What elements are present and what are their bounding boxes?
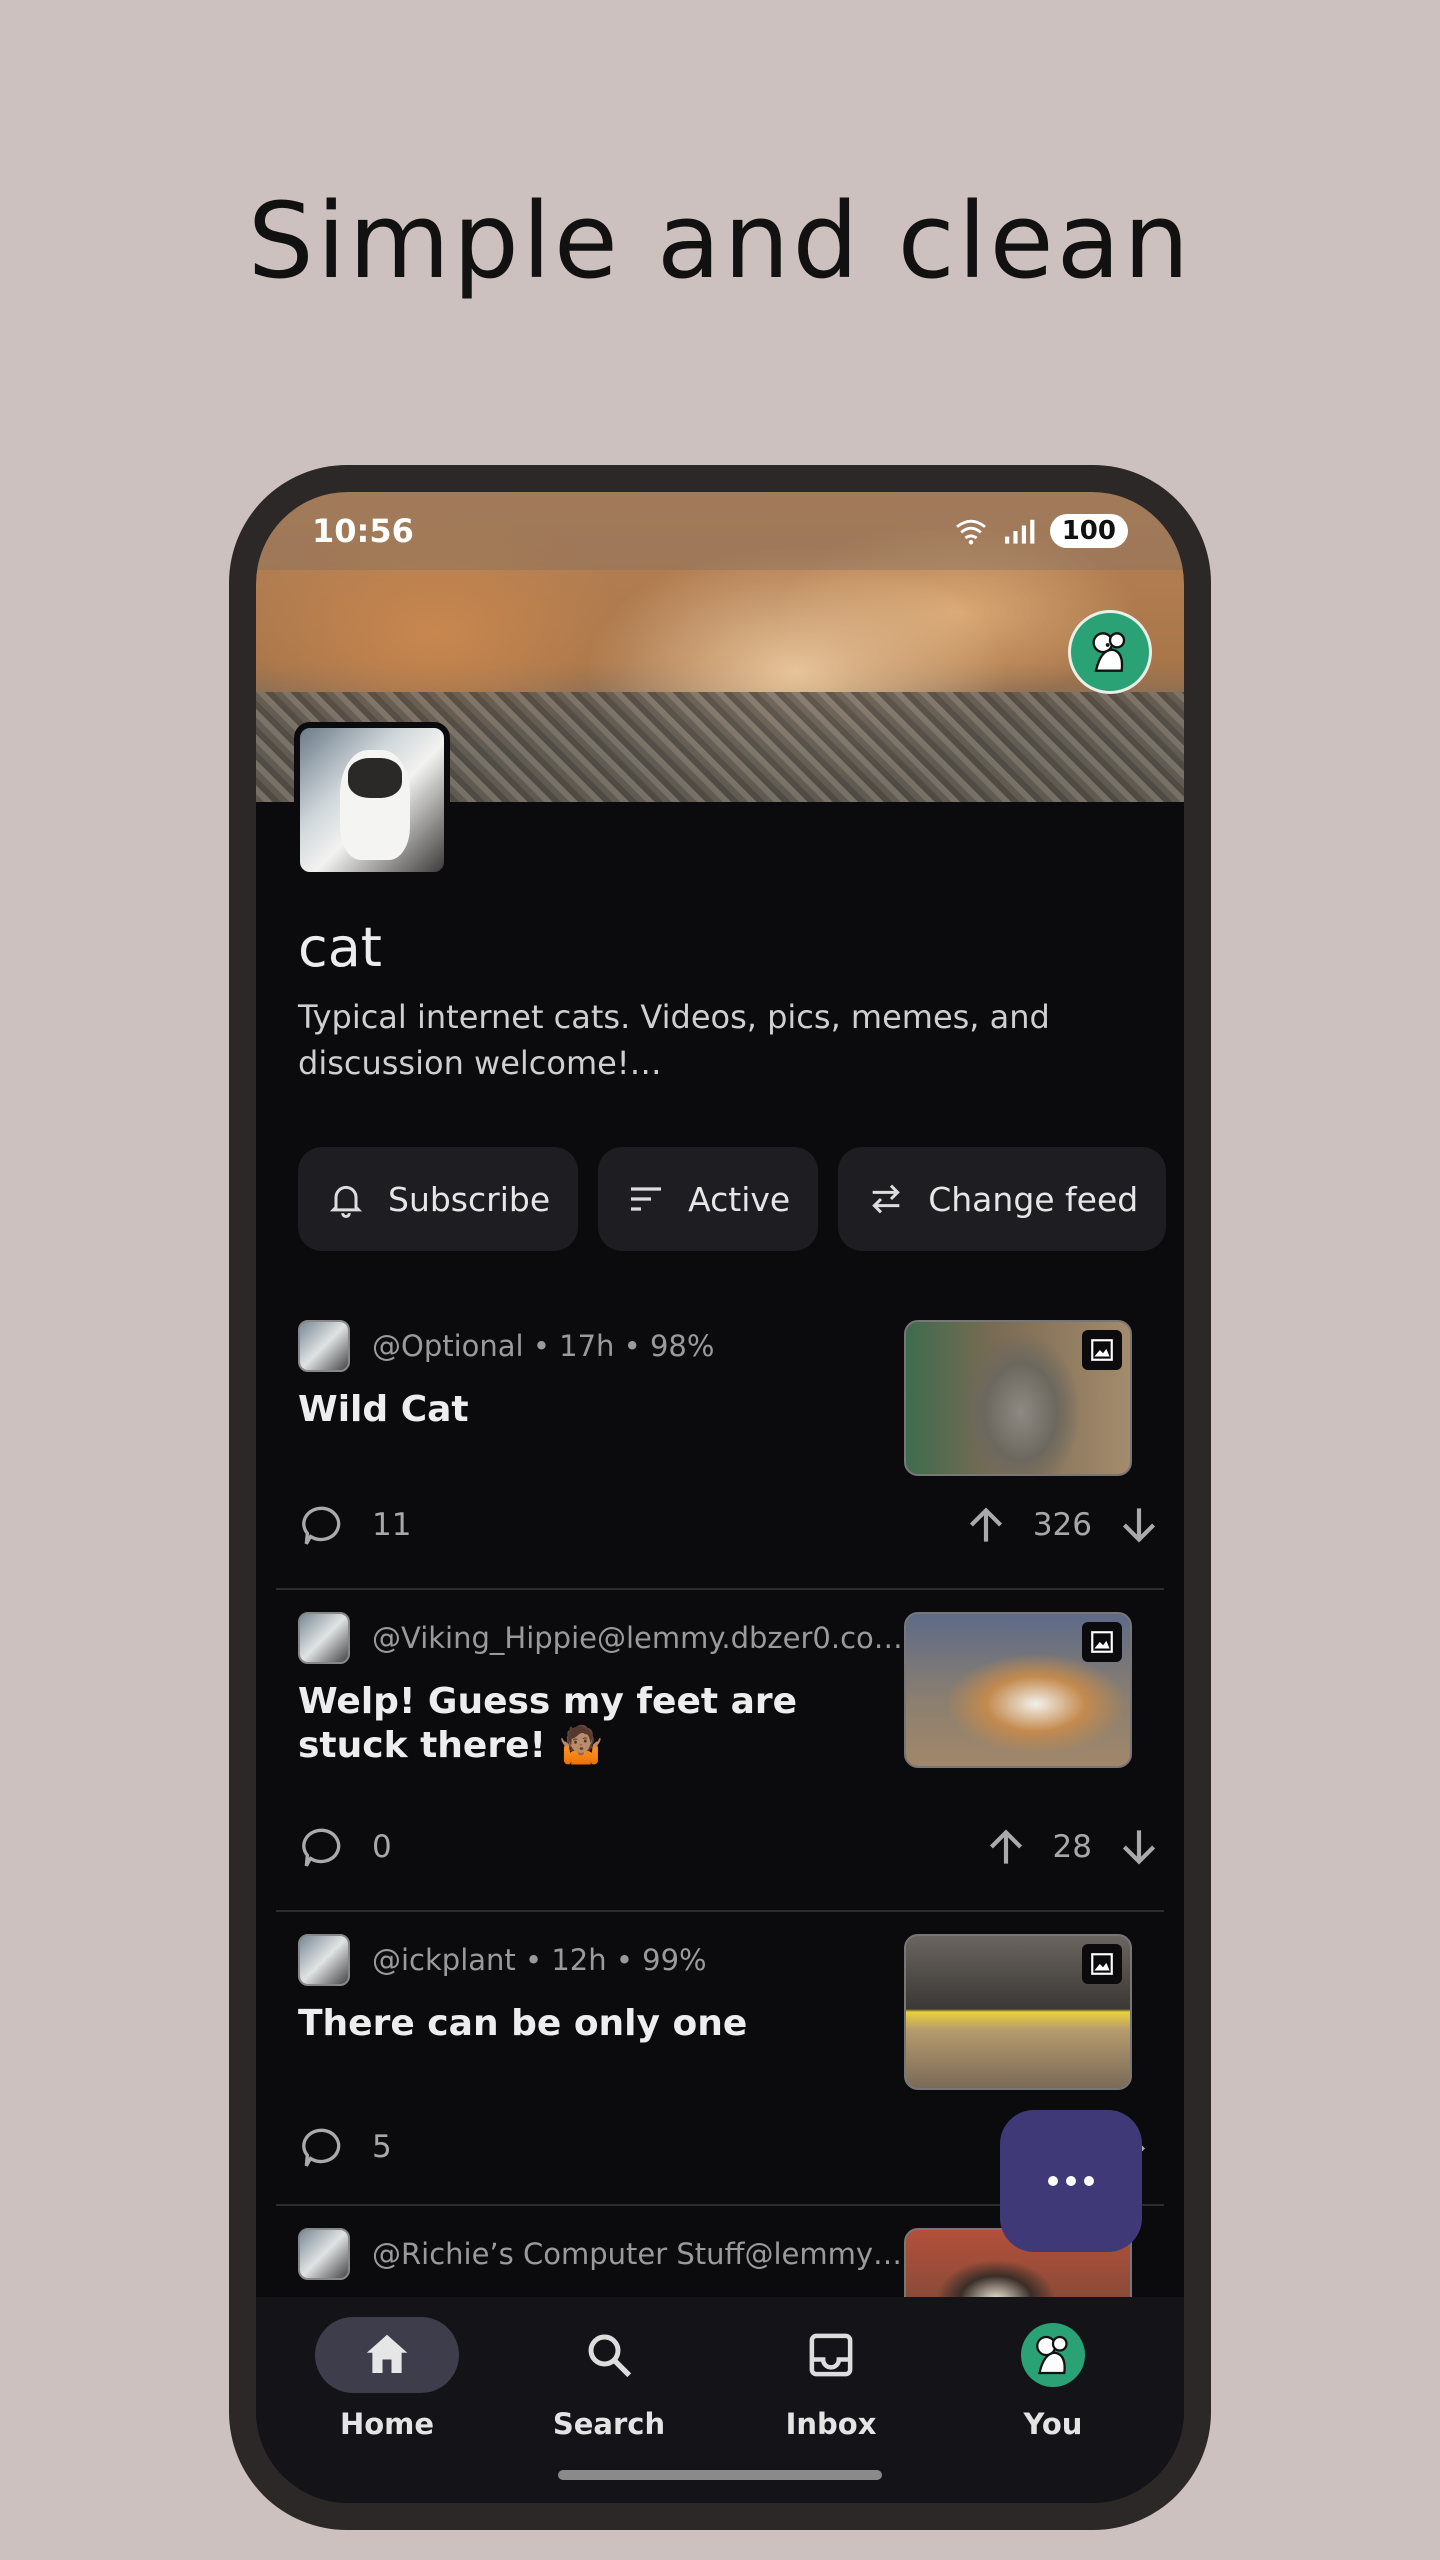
- author-avatar[interactable]: [298, 1934, 350, 1986]
- post-meta[interactable]: @Richie’s Computer Stuff@lemmy…: [372, 2237, 902, 2271]
- community-title: cat: [298, 916, 382, 979]
- sort-button[interactable]: Active: [598, 1147, 819, 1251]
- nav-inbox-label: Inbox: [785, 2407, 877, 2441]
- post-item[interactable]: @Viking_Hippie@lemmy.dbzer0.co… Welp! Gu…: [276, 1592, 1164, 1912]
- swap-arrows-icon: [872, 1184, 901, 1214]
- comment-count: 0: [372, 1829, 392, 1865]
- phone-frame: 10:56 100 cat Typical internet cats. Vid…: [229, 465, 1211, 2530]
- post-meta[interactable]: @Viking_Hippie@lemmy.dbzer0.co…: [372, 1621, 903, 1655]
- nav-inbox-indicator: [759, 2317, 903, 2393]
- fab-dot: [1048, 2176, 1058, 2186]
- user-avatar-icon: [1021, 2323, 1085, 2387]
- wifi-icon: [955, 519, 986, 545]
- image-badge-icon: [1082, 1330, 1122, 1370]
- comment-count: 11: [372, 1507, 412, 1543]
- nav-you-indicator: [981, 2317, 1125, 2393]
- cat-photo-shape: [340, 750, 410, 860]
- post-item[interactable]: @Optional • 17h • 98% Wild Cat 11 326: [276, 1300, 1164, 1590]
- nav-search-indicator: [537, 2317, 681, 2393]
- post-thumbnail[interactable]: [904, 1934, 1132, 2090]
- nav-home[interactable]: Home: [287, 2297, 487, 2503]
- gesture-home-indicator[interactable]: [558, 2470, 882, 2480]
- bell-icon: [329, 1185, 363, 1218]
- nav-you-label: You: [1023, 2407, 1083, 2441]
- change-feed-label: Change feed: [928, 1179, 1139, 1219]
- post-meta[interactable]: @ickplant • 12h • 99%: [372, 1943, 707, 1977]
- post-title[interactable]: There can be only one: [298, 2002, 878, 2046]
- search-icon: [588, 2334, 632, 2378]
- upvote-arrow-icon[interactable]: [961, 1500, 1011, 1550]
- status-bar: 10:56 100: [256, 492, 1184, 570]
- comment-count: 5: [372, 2129, 392, 2165]
- downvote-arrow-icon[interactable]: [1114, 1500, 1164, 1550]
- battery-indicator: 100: [1049, 514, 1128, 548]
- mouse-mascot-icon: [1092, 632, 1126, 672]
- image-badge-icon: [1082, 1622, 1122, 1662]
- fab-dot: [1066, 2176, 1076, 2186]
- app-screen: 10:56 100 cat Typical internet cats. Vid…: [256, 492, 1184, 2503]
- action-chips: Subscribe Active Change feed: [298, 1147, 1184, 1251]
- post-thumbnail[interactable]: [904, 1612, 1132, 1768]
- subscribe-label: Subscribe: [388, 1179, 551, 1219]
- inbox-icon: [809, 2333, 853, 2377]
- nav-home-label: Home: [339, 2407, 435, 2441]
- author-avatar[interactable]: [298, 1612, 350, 1664]
- change-feed-button[interactable]: Change feed: [838, 1147, 1167, 1251]
- nav-you[interactable]: You: [953, 2297, 1153, 2503]
- vote-score: 326: [1032, 1507, 1092, 1543]
- downvote-arrow-icon[interactable]: [1114, 1822, 1164, 1872]
- sort-icon: [631, 1187, 662, 1211]
- subscribe-button[interactable]: Subscribe: [298, 1147, 579, 1251]
- mouse-mascot-icon: [1036, 2335, 1068, 2375]
- comment-icon[interactable]: [298, 2122, 348, 2172]
- account-avatar[interactable]: [1068, 610, 1152, 694]
- image-badge-icon: [1082, 1944, 1122, 1984]
- signal-icon: [1004, 519, 1035, 544]
- headline: Simple and clean: [247, 180, 1193, 302]
- community-icon: [294, 722, 450, 878]
- post-thumbnail[interactable]: [904, 1320, 1132, 1476]
- sort-label: Active: [688, 1179, 791, 1219]
- home-icon: [366, 2334, 408, 2373]
- community-description[interactable]: Typical internet cats. Videos, pics, mem…: [298, 994, 1058, 1086]
- nav-search-label: Search: [552, 2407, 666, 2441]
- more-options-fab[interactable]: [1000, 2110, 1142, 2252]
- author-avatar[interactable]: [298, 2228, 350, 2280]
- post-title[interactable]: Wild Cat: [298, 1388, 878, 1432]
- fab-dot: [1084, 2176, 1094, 2186]
- nav-home-indicator: [315, 2317, 459, 2393]
- status-time: 10:56: [312, 512, 414, 550]
- vote-score: 28: [1052, 1829, 1092, 1865]
- post-meta[interactable]: @Optional • 17h • 98%: [372, 1329, 714, 1363]
- comment-icon[interactable]: [298, 1500, 348, 1550]
- comment-icon[interactable]: [298, 1822, 348, 1872]
- upvote-arrow-icon[interactable]: [981, 1822, 1031, 1872]
- post-title[interactable]: Welp! Guess my feet are stuck there! 🤷🏽: [298, 1680, 878, 1768]
- author-avatar[interactable]: [298, 1320, 350, 1372]
